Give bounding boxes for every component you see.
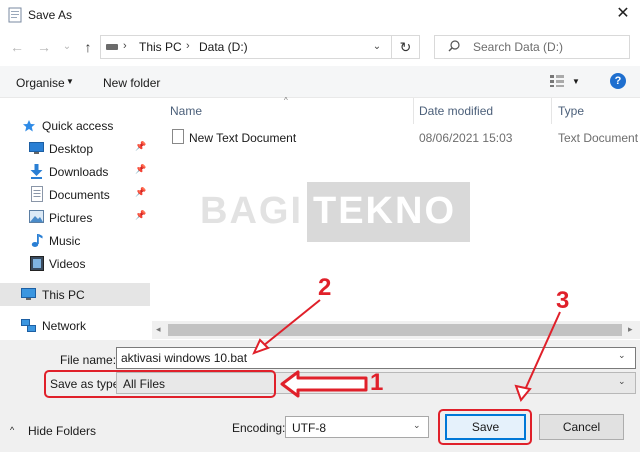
command-bar xyxy=(0,66,640,98)
encoding-value[interactable]: UTF-8 xyxy=(292,421,326,435)
pin-icon[interactable]: 📌 xyxy=(135,210,146,221)
file-date-modified: 08/06/2021 15:03 xyxy=(419,131,513,145)
breadcrumb-data-drive[interactable]: Data (D:) xyxy=(199,40,248,54)
file-type: Text Document xyxy=(558,131,639,145)
sidebar-item-label: Quick access xyxy=(42,119,114,133)
new-folder-button[interactable]: New folder xyxy=(103,76,160,90)
chevron-down-icon[interactable]: ▼ xyxy=(572,77,580,86)
scrollbar-thumb[interactable] xyxy=(168,324,622,336)
desktop-icon xyxy=(29,142,44,154)
sort-ascending-icon: ^ xyxy=(284,96,288,105)
sidebar-item-network[interactable]: Network xyxy=(0,314,150,337)
column-divider[interactable] xyxy=(551,98,552,124)
sidebar-item-label: Pictures xyxy=(49,211,93,225)
chevron-down-icon[interactable]: ⌄ xyxy=(618,376,626,387)
column-header-name[interactable]: Name xyxy=(170,104,202,118)
breadcrumb-separator-icon[interactable]: › xyxy=(123,40,127,52)
sidebar-item-label: Music xyxy=(49,234,81,248)
scroll-right-icon[interactable]: ▸ xyxy=(628,324,633,335)
annotation-number-3: 3 xyxy=(556,287,570,314)
sidebar-item-videos[interactable]: Videos xyxy=(0,252,150,275)
organise-button[interactable]: Organise xyxy=(16,76,65,90)
pin-icon[interactable]: 📌 xyxy=(135,141,146,152)
file-name-label: File name: xyxy=(60,353,117,367)
annotation-highlight-type xyxy=(44,370,276,398)
back-arrow-icon[interactable]: ← xyxy=(8,38,26,56)
pictures-icon xyxy=(29,210,44,223)
annotation-number-2: 2 xyxy=(318,274,332,301)
pin-icon[interactable]: 📌 xyxy=(135,187,146,198)
sidebar-item-label: This PC xyxy=(42,288,85,302)
sidebar-item-label: Desktop xyxy=(49,142,94,156)
chevron-down-icon[interactable]: ⌄ xyxy=(618,350,626,361)
column-divider[interactable] xyxy=(413,98,414,124)
star-icon xyxy=(23,120,35,132)
sidebar-item-label: Downloads xyxy=(49,165,109,179)
chevron-down-icon[interactable]: ⌄ xyxy=(413,420,421,431)
column-header-type[interactable]: Type xyxy=(558,104,584,118)
drive-icon xyxy=(106,44,118,50)
sidebar-item-music[interactable]: Music xyxy=(0,229,150,252)
chevron-up-icon[interactable]: ^ xyxy=(10,425,14,435)
window-title: Save As xyxy=(28,8,73,22)
save-dialog-icon xyxy=(8,7,22,23)
forward-arrow-icon[interactable]: → xyxy=(35,38,53,56)
this-pc-icon xyxy=(21,288,36,300)
annotation-highlight-save xyxy=(438,409,532,445)
help-icon[interactable]: ? xyxy=(610,73,626,89)
download-icon xyxy=(30,164,43,179)
search-placeholder: Search Data (D:) xyxy=(473,40,564,54)
pin-icon[interactable]: 📌 xyxy=(135,164,146,175)
title-bar xyxy=(0,0,640,30)
sidebar-item-desktop[interactable]: Desktop 📌 xyxy=(0,137,150,160)
file-name-value[interactable]: aktivasi windows 10.bat xyxy=(121,351,247,365)
cancel-button[interactable]: Cancel xyxy=(539,414,624,440)
watermark-text-left: BAGI xyxy=(200,190,303,232)
music-icon xyxy=(31,234,43,247)
encoding-label: Encoding: xyxy=(232,421,286,435)
view-options-icon[interactable] xyxy=(549,74,565,88)
annotation-number-1: 1 xyxy=(370,369,384,396)
sidebar-item-this-pc[interactable]: This PC xyxy=(0,283,150,306)
documents-icon xyxy=(31,186,43,202)
watermark-text-right: TEKNO xyxy=(313,190,456,232)
file-name[interactable]: New Text Document xyxy=(189,131,296,145)
sidebar-item-label: Network xyxy=(42,319,87,333)
chevron-down-icon[interactable]: ⌄ xyxy=(368,38,386,56)
close-button[interactable]: ✕ xyxy=(606,0,640,30)
column-header-date[interactable]: Date modified xyxy=(419,104,493,118)
sidebar-item-documents[interactable]: Documents 📌 xyxy=(0,183,150,206)
sidebar-item-quick-access[interactable]: Quick access xyxy=(0,114,150,137)
recent-locations-icon[interactable]: ⌄ xyxy=(58,38,76,56)
refresh-button[interactable]: ↻ xyxy=(392,35,420,59)
sidebar-item-downloads[interactable]: Downloads 📌 xyxy=(0,160,150,183)
chevron-down-icon[interactable]: ▼ xyxy=(66,77,74,86)
breadcrumb-this-pc[interactable]: This PC xyxy=(139,40,182,54)
sidebar-item-label: Documents xyxy=(49,188,110,202)
search-icon xyxy=(448,40,460,52)
videos-icon xyxy=(30,256,44,271)
sidebar-item-label: Videos xyxy=(49,257,86,271)
network-icon xyxy=(21,319,36,332)
up-arrow-icon[interactable]: ↑ xyxy=(79,38,97,56)
breadcrumb-separator-icon[interactable]: › xyxy=(186,40,190,52)
sidebar-item-pictures[interactable]: Pictures 📌 xyxy=(0,206,150,229)
hide-folders-button[interactable]: Hide Folders xyxy=(28,424,96,438)
text-file-icon xyxy=(172,129,184,144)
scroll-left-icon[interactable]: ◂ xyxy=(156,324,161,335)
